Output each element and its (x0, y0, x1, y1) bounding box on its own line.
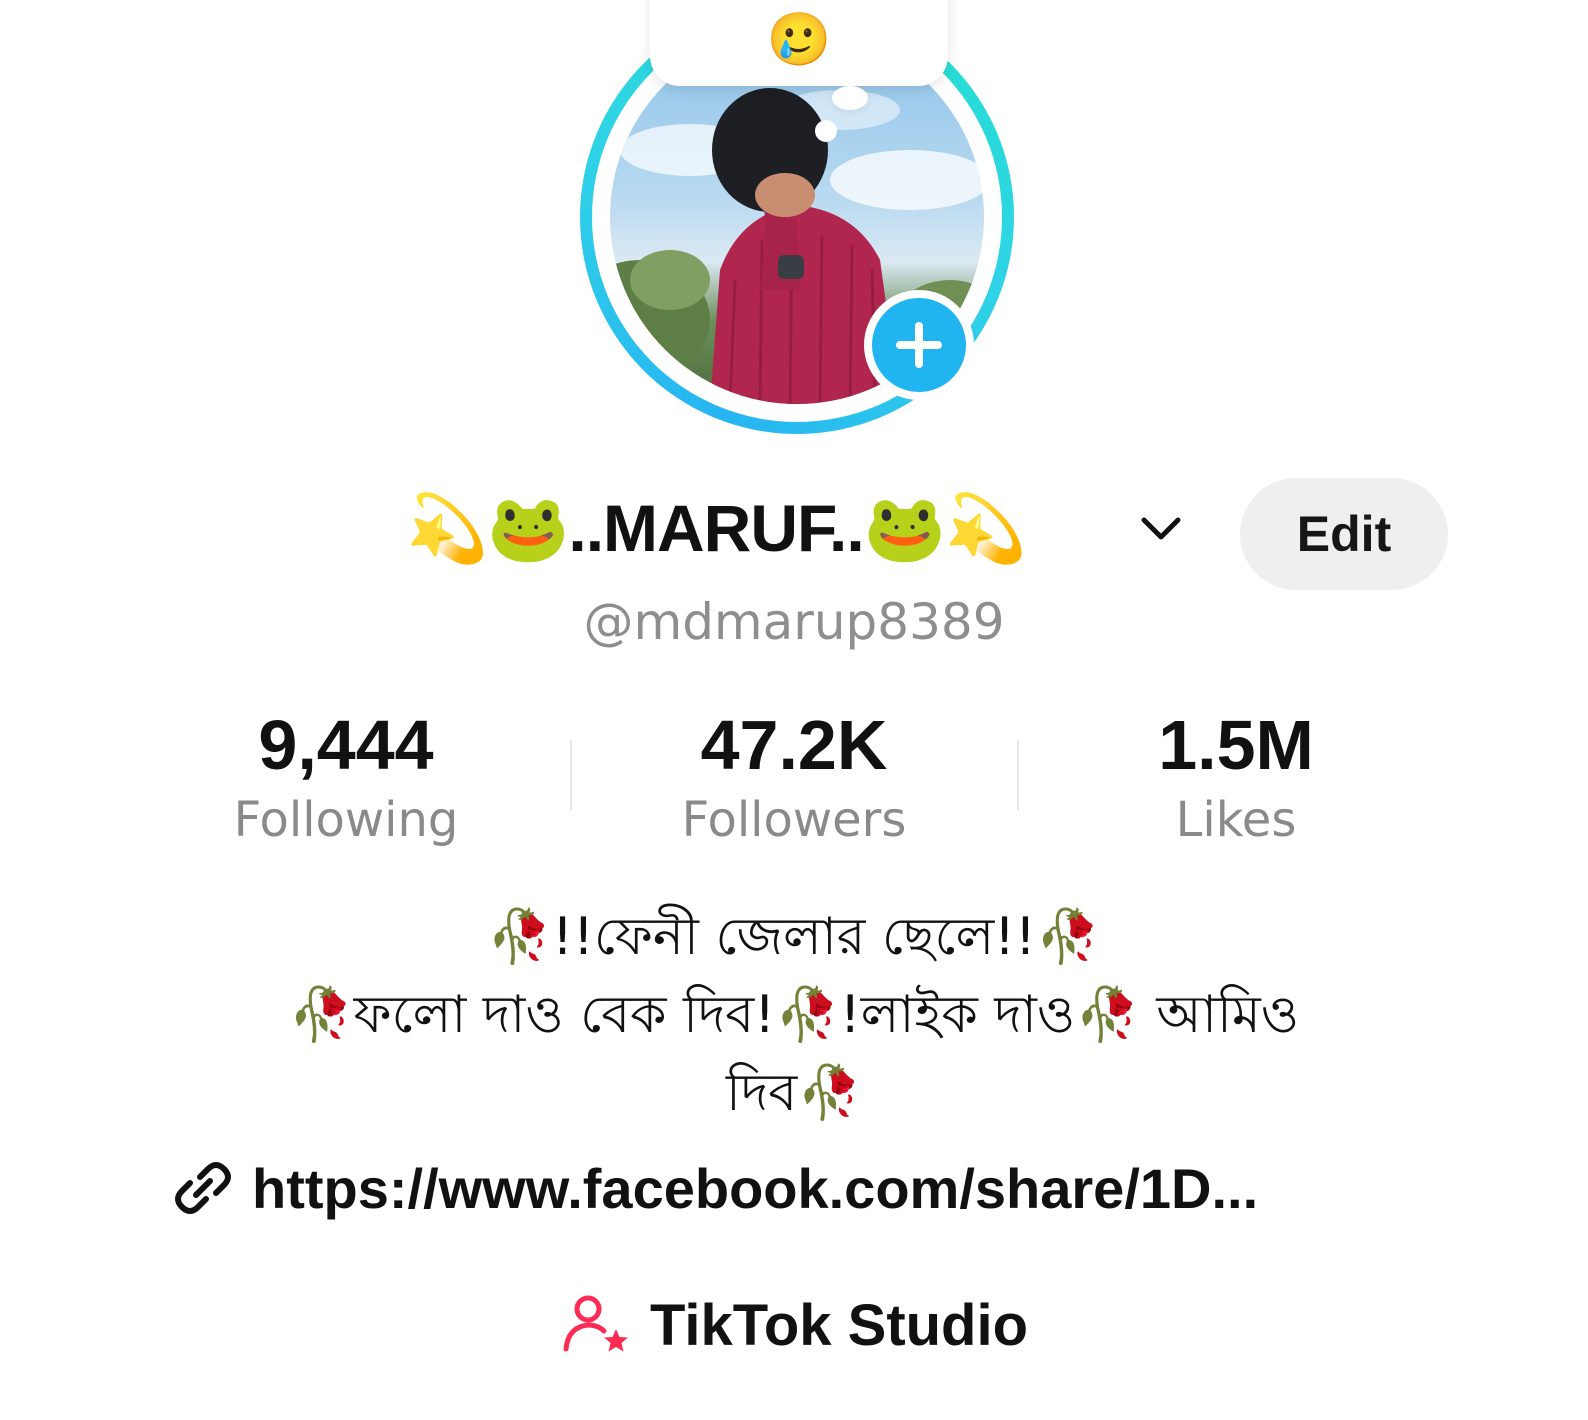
add-story-circle (872, 298, 966, 392)
stat-followers[interactable]: 47.2K Followers (584, 700, 1004, 850)
display-name: 💫🐸..MARUF..🐸💫 (406, 491, 1027, 565)
stat-likes[interactable]: 1.5M Likes (1026, 700, 1446, 850)
tiktok-studio-label: TikTok Studio (649, 1292, 1029, 1358)
username: @mdmarup8389 (583, 593, 1005, 651)
stat-likes-value: 1.5M (1158, 706, 1314, 784)
stats-row: 9,444 Following 47.2K Followers 1.5M Lik… (0, 700, 1588, 860)
bio-line: দিব🥀 (726, 1063, 862, 1123)
person-star-icon (563, 1295, 628, 1352)
edit-profile-button[interactable]: Edit (1240, 478, 1448, 590)
name-row: 💫🐸..MARUF..🐸💫 Edit (0, 478, 1588, 590)
stat-divider (1017, 740, 1019, 810)
stat-following[interactable]: 9,444 Following (136, 700, 556, 850)
stat-divider (570, 740, 572, 810)
bio-link-text: https://www.facebook.com/share/1D... (252, 1156, 1259, 1220)
link-icon (175, 1162, 231, 1214)
note-bubble[interactable]: 🥲 (650, 0, 948, 86)
stat-following-value: 9,444 (258, 706, 434, 784)
bio-line: 🥀ফলো দাও বেক দিব!🥀!লাইক দাও🥀 আমিও (288, 985, 1300, 1045)
note-emoji: 🥲 (766, 10, 832, 70)
stat-followers-value: 47.2K (700, 706, 888, 784)
bio-link[interactable]: https://www.facebook.com/share/1D... (170, 1148, 1258, 1228)
note-bubble-tail (832, 86, 868, 110)
stat-following-label: Following (233, 792, 459, 848)
chevron-down-icon[interactable] (1136, 508, 1186, 548)
bio: 🥀!!ফেনী জেলার ছেলে!!🥀 🥀ফলো দাও বেক দিব!🥀… (170, 898, 1418, 1132)
add-story-button[interactable] (864, 290, 974, 400)
plus-icon (896, 322, 942, 368)
stat-likes-label: Likes (1175, 792, 1297, 848)
bio-line: 🥀!!ফেনী জেলার ছেলে!!🥀 (487, 907, 1101, 967)
note-bubble-tail-dot (815, 120, 837, 142)
tiktok-studio-button[interactable]: TikTok Studio (0, 1280, 1588, 1370)
stat-followers-label: Followers (681, 792, 907, 848)
